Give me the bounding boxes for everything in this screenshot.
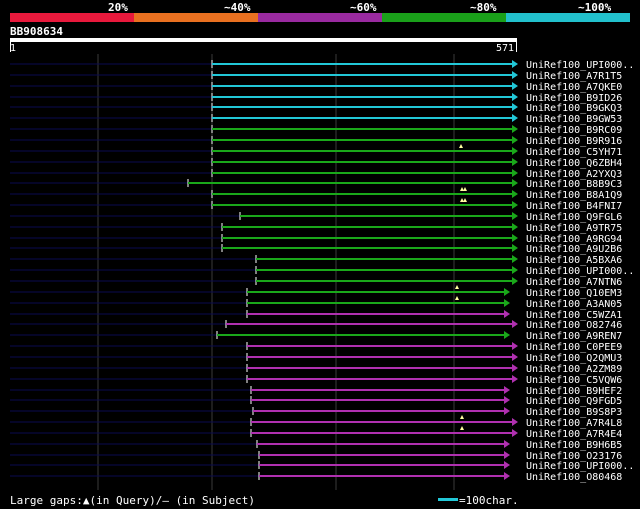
hit-arrow (512, 125, 518, 133)
hit-label: UniRef100_A5BXA6 (526, 255, 622, 266)
hit-label: UniRef100_Q6ZBH4 (526, 158, 622, 169)
gap-marker-icon (460, 426, 464, 430)
hit-label: UniRef100_A3AN05 (526, 299, 622, 310)
gap-marker-icon (455, 285, 459, 289)
hit-label: UniRef100_B9R916 (526, 136, 622, 147)
hit-arrow (504, 440, 510, 448)
gaps-legend: Large gaps:▲(in Query)/– (in Subject) (10, 494, 256, 507)
hit-label: UniRef100_Q10EM3 (526, 288, 622, 299)
hit-label: UniRef100_C5VQW6 (526, 375, 622, 386)
gap-marker-icon (455, 296, 459, 300)
hit-arrow (512, 418, 518, 426)
hit-label: UniRef100_C5YH71 (526, 147, 622, 158)
hit-arrow (504, 461, 510, 469)
hit-arrow (512, 93, 518, 101)
gap-marker-icon (463, 187, 467, 191)
hit-arrow (512, 320, 518, 328)
hit-arrow (512, 266, 518, 274)
hit-arrow (504, 472, 510, 480)
hit-label: UniRef100_B8B9C3 (526, 179, 622, 190)
hit-arrow (512, 71, 518, 79)
hit-label: UniRef100_B4FNI7 (526, 201, 622, 212)
hit-label: UniRef100_B9GW53 (526, 114, 622, 125)
hit-label: UniRef100_A7QKE0 (526, 82, 622, 93)
gap-marker-icon (463, 198, 467, 202)
scale-legend-line (438, 498, 458, 501)
hit-arrow (504, 331, 510, 339)
hit-label: UniRef100_A2ZM89 (526, 364, 622, 375)
hit-label: UniRef100_A9U2B6 (526, 244, 622, 255)
hit-arrow (504, 288, 510, 296)
hit-arrow (512, 353, 518, 361)
hit-label: UniRef100_A7R1T5 (526, 71, 622, 82)
hit-label: UniRef100_Q9FGL6 (526, 212, 622, 223)
hit-arrow (512, 342, 518, 350)
scale-legend-text: =100char. (459, 494, 519, 507)
hit-arrow (504, 407, 510, 415)
gap-marker-icon (459, 144, 463, 148)
hit-label: UniRef100_A9TR75 (526, 223, 622, 234)
hit-arrow (512, 103, 518, 111)
hit-arrow (512, 234, 518, 242)
gap-marker-icon (460, 415, 464, 419)
hit-arrow (512, 114, 518, 122)
hit-arrow (512, 375, 518, 383)
hit-arrow (512, 244, 518, 252)
hit-label: UniRef100_UPI000.. (526, 266, 634, 277)
hit-label: UniRef100_B8A1Q9 (526, 190, 622, 201)
hit-arrow (504, 310, 510, 318)
hit-arrow (512, 169, 518, 177)
hit-label: UniRef100_UPI000.. (526, 60, 634, 71)
hit-arrow (512, 179, 518, 187)
hit-arrow (512, 158, 518, 166)
hit-arrow (512, 364, 518, 372)
hit-arrow (512, 147, 518, 155)
hit-label: UniRef100_O80468 (526, 472, 622, 483)
hit-label: UniRef100_B9GKQ3 (526, 103, 622, 114)
hit-label: UniRef100_A9REN7 (526, 331, 622, 342)
hit-label: UniRef100_B9H6B5 (526, 440, 622, 451)
hit-arrow (512, 60, 518, 68)
hit-label: UniRef100_Q2QMU3 (526, 353, 622, 364)
hit-label: UniRef100_A7NTN6 (526, 277, 622, 288)
hit-arrow (512, 136, 518, 144)
hit-arrow (512, 201, 518, 209)
hit-arrow (504, 386, 510, 394)
hit-label: UniRef100_UPI000.. (526, 461, 634, 472)
hit-arrow (512, 212, 518, 220)
hit-label: UniRef100_B9RC09 (526, 125, 622, 136)
hit-label: UniRef100_B9S8P3 (526, 407, 622, 418)
hit-arrow (512, 82, 518, 90)
hit-arrow (504, 299, 510, 307)
hit-label: UniRef100_Q9FGD5 (526, 396, 622, 407)
hit-label: UniRef100_A7R4L8 (526, 418, 622, 429)
hit-label: UniRef100_O82746 (526, 320, 622, 331)
hit-arrow (512, 277, 518, 285)
hit-arrow (512, 255, 518, 263)
hit-arrow (512, 429, 518, 437)
hit-label: UniRef100_C0PEE9 (526, 342, 622, 353)
hit-arrow (512, 190, 518, 198)
alignment-plot: UniRef100_UPI000..UniRef100_A7R1T5UniRef… (10, 54, 634, 490)
hit-arrow (504, 451, 510, 459)
hit-label: UniRef100_A7R4E4 (526, 429, 622, 440)
hit-arrow (512, 223, 518, 231)
hit-arrow (504, 396, 510, 404)
